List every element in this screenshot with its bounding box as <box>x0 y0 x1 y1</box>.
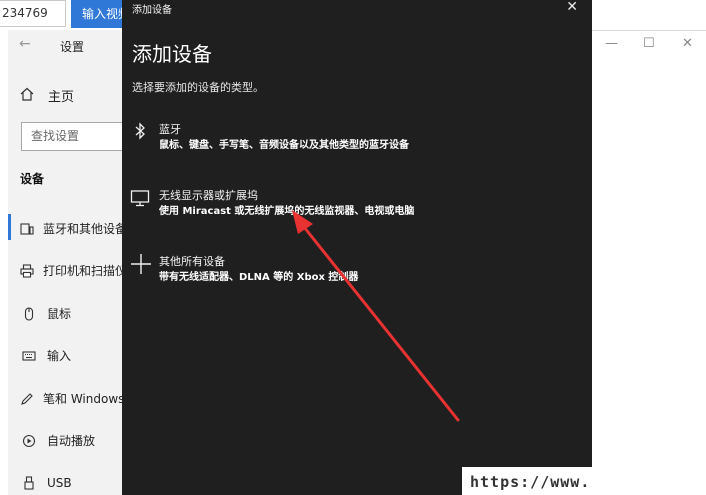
option-description: 鼠标、键盘、手写笔、音频设备以及其他类型的蓝牙设备 <box>159 140 409 151</box>
monitor-icon <box>130 187 152 209</box>
option-title: 无线显示器或扩展坞 <box>159 189 258 202</box>
home-icon <box>20 87 38 105</box>
dialog-titlebar: 添加设备 ✕ <box>122 0 592 19</box>
bluetooth-icon <box>130 121 152 143</box>
dialog-heading: 添加设备 <box>132 42 212 66</box>
back-arrow-icon[interactable]: ← <box>19 36 31 52</box>
sidebar-item-label: 打印机和扫描仪 <box>43 264 124 278</box>
option-bluetooth[interactable]: 蓝牙 鼠标、键盘、手写笔、音频设备以及其他类型的蓝牙设备 <box>130 121 580 153</box>
sidebar-item-label: 鼠标 <box>47 307 72 321</box>
plus-icon <box>130 253 152 275</box>
settings-title: 设置 <box>60 40 85 54</box>
option-title: 蓝牙 <box>159 123 181 136</box>
section-heading: 设备 <box>20 172 45 186</box>
usb-icon <box>20 475 38 491</box>
sidebar-item-label: USB <box>47 476 72 490</box>
sidebar-item-mouse[interactable]: 鼠标 <box>20 305 124 322</box>
sidebar-item-bluetooth[interactable]: 蓝牙和其他设备 <box>20 220 124 237</box>
minimize-icon[interactable]: — <box>605 36 618 51</box>
id-input[interactable]: 234769 <box>0 0 66 27</box>
dialog-titlebar-text: 添加设备 <box>132 5 172 16</box>
search-input[interactable]: 查找设置 <box>21 122 125 151</box>
sidebar-item-label: 自动播放 <box>47 434 96 448</box>
printer-icon <box>20 263 34 279</box>
close-icon[interactable]: ✕ <box>566 0 578 15</box>
sidebar-item-label: 笔和 Windows Ink <box>43 392 124 406</box>
add-device-dialog: 添加设备 ✕ 添加设备 选择要添加的设备的类型。 蓝牙 鼠标、键盘、手写笔、音频… <box>122 0 592 495</box>
sidebar-item-autoplay[interactable]: 自动播放 <box>20 432 124 449</box>
pen-icon <box>20 391 34 407</box>
option-title: 其他所有设备 <box>159 255 225 268</box>
maximize-icon[interactable]: ☐ <box>643 36 655 51</box>
sidebar-item-label: 输入 <box>47 349 72 363</box>
autoplay-icon <box>20 433 38 449</box>
dialog-subtitle: 选择要添加的设备的类型。 <box>132 81 264 94</box>
selection-indicator <box>8 214 11 240</box>
option-description: 使用 Miracast 或无线扩展坞的无线监视器、电视或电脑 <box>159 206 415 217</box>
option-everything-else[interactable]: 其他所有设备 带有无线适配器、DLNA 等的 Xbox 控制器 <box>130 253 580 285</box>
bluetooth-devices-icon <box>20 221 34 237</box>
sidebar-item-pen[interactable]: 笔和 Windows Ink <box>20 390 124 407</box>
option-description: 带有无线适配器、DLNA 等的 Xbox 控制器 <box>159 272 359 283</box>
sidebar-item-usb[interactable]: USB <box>20 475 124 491</box>
sidebar-item-home[interactable]: 主页 <box>20 86 74 105</box>
option-wireless-display[interactable]: 无线显示器或扩展坞 使用 Miracast 或无线扩展坞的无线监视器、电视或电脑 <box>130 187 580 219</box>
sidebar-item-label: 蓝牙和其他设备 <box>43 222 124 236</box>
sidebar-item-typing[interactable]: 输入 <box>20 347 124 364</box>
watermark-text: https://www. <box>470 473 591 491</box>
mouse-icon <box>20 306 38 322</box>
keyboard-icon <box>20 348 38 364</box>
sidebar-item-printers[interactable]: 打印机和扫描仪 <box>20 262 124 279</box>
close-window-icon[interactable]: ✕ <box>682 36 693 51</box>
sidebar-item-label: 主页 <box>48 90 75 105</box>
